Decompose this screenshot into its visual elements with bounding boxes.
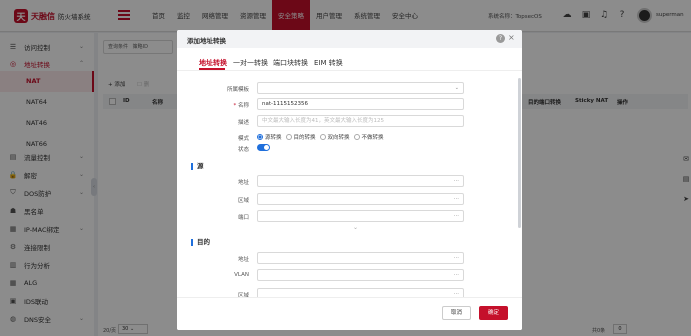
dialog-header <box>177 30 522 48</box>
tab-address-translation[interactable]: 地址转换 <box>199 58 227 68</box>
cancel-button[interactable]: 取消 <box>442 306 471 320</box>
src-port-input[interactable]: ··· <box>257 210 464 222</box>
more-icon: ··· <box>453 178 459 184</box>
tab-divider <box>177 70 522 71</box>
tab-one-to-one[interactable]: 一对一转换 <box>233 58 268 68</box>
dst-vlan-label: VLAN <box>234 272 249 278</box>
section-title-text: 目的 <box>197 238 210 246</box>
dst-address-label: 地址 <box>237 257 249 263</box>
status-label: 状态 <box>237 147 249 153</box>
tab-eim[interactable]: EIM 转换 <box>314 58 343 68</box>
add-nat-dialog: 添加地址转换 ? × 地址转换 一对一转换 端口块转换 EIM 转换 所属模板 … <box>177 30 522 330</box>
more-icon: ··· <box>453 255 459 261</box>
tab-port-block[interactable]: 端口块转换 <box>273 58 308 68</box>
dest-section-title: 目的 <box>191 236 210 246</box>
name-input[interactable]: nat-1115152356 <box>257 98 464 110</box>
desc-label: 描述 <box>237 120 249 126</box>
status-toggle[interactable] <box>257 144 270 151</box>
src-address-input[interactable]: ··· <box>257 175 464 187</box>
mode-radio-label: 双向转换 <box>327 135 350 141</box>
more-icon: ··· <box>453 272 459 278</box>
mode-radio-label: 源转换 <box>265 135 282 141</box>
dst-vlan-input[interactable]: ··· <box>257 269 464 281</box>
mode-radio-group: 源转换 目的转换 双向转换 不做转换 <box>257 133 388 141</box>
chevron-down-icon: ⌄ <box>454 85 459 91</box>
src-address-label: 地址 <box>237 180 249 186</box>
name-label: * 名称 <box>233 103 249 109</box>
section-title-text: 源 <box>197 162 204 170</box>
vsys-select[interactable]: ⌄ <box>257 82 464 94</box>
dialog-title: 添加地址转换 <box>187 37 226 45</box>
mode-label: 模式 <box>237 136 249 142</box>
mode-radio-label: 目的转换 <box>293 135 316 141</box>
confirm-button[interactable]: 确定 <box>479 306 508 320</box>
src-zone-input[interactable]: ··· <box>257 193 464 205</box>
vsys-label: 所属模板 <box>226 87 249 93</box>
source-section-title: 源 <box>191 160 204 170</box>
src-zone-label: 区域 <box>237 198 249 204</box>
expand-chevron-icon[interactable]: ⌄ <box>353 224 358 231</box>
mode-radio-both[interactable]: 双向转换 <box>319 133 350 141</box>
mode-radio-label: 不做转换 <box>361 135 384 141</box>
src-port-label: 端口 <box>237 215 249 221</box>
mode-radio-source[interactable]: 源转换 <box>257 133 282 141</box>
dialog-scrollbar[interactable] <box>518 78 521 228</box>
desc-input[interactable]: 中文最大输入长度为41，英文最大输入长度为125 <box>257 115 464 127</box>
close-icon[interactable]: × <box>508 33 515 42</box>
name-label-text: 名称 <box>237 103 249 109</box>
mode-radio-dest[interactable]: 目的转换 <box>285 133 316 141</box>
more-icon: ··· <box>453 196 459 202</box>
dst-address-input[interactable]: ··· <box>257 252 464 264</box>
more-icon: ··· <box>453 213 459 219</box>
help-icon[interactable]: ? <box>496 34 505 43</box>
mode-radio-none[interactable]: 不做转换 <box>353 133 384 141</box>
